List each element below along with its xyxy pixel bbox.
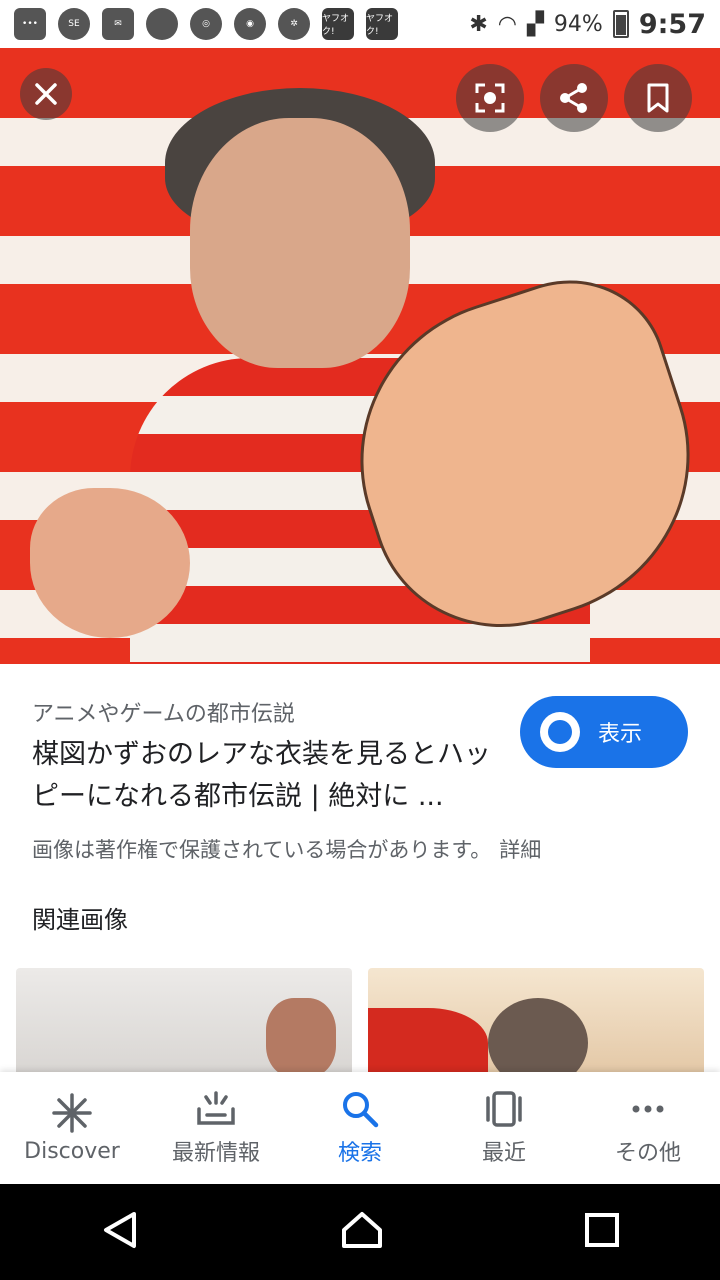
details-link[interactable]: 詳細 bbox=[499, 838, 541, 862]
visit-button[interactable]: 表示 bbox=[520, 696, 688, 768]
bottom-navigation: Discover 最新情報 検索 最近 その他 bbox=[0, 1072, 720, 1184]
recents-icon bbox=[484, 1089, 524, 1129]
nav-search[interactable]: 検索 bbox=[288, 1072, 432, 1184]
clock: 9:57 bbox=[638, 8, 706, 40]
battery-percent: 94% bbox=[553, 11, 603, 37]
battery-icon bbox=[612, 10, 629, 38]
close-icon bbox=[35, 83, 57, 105]
lens-icon bbox=[475, 83, 505, 113]
wheel-icon: ✲ bbox=[278, 8, 310, 40]
search-icon bbox=[340, 1089, 380, 1129]
related-images-heading: 関連画像 bbox=[32, 906, 128, 934]
circle-icon bbox=[146, 8, 178, 40]
share-button[interactable] bbox=[540, 64, 608, 132]
bookmark-icon bbox=[647, 83, 669, 113]
mail-icon: ✉ bbox=[102, 8, 134, 40]
lens-button[interactable] bbox=[456, 64, 524, 132]
share-icon bbox=[560, 83, 587, 113]
back-button[interactable] bbox=[100, 1210, 140, 1254]
nav-more-label: その他 bbox=[614, 1141, 681, 1166]
copyright-text: 画像は著作権で保護されている場合があります。 bbox=[32, 838, 492, 862]
thumb-head bbox=[488, 998, 588, 1078]
copyright-notice: 画像は著作権で保護されている場合があります。 詳細 bbox=[32, 834, 541, 864]
figure-head bbox=[190, 118, 410, 368]
updates-icon bbox=[195, 1089, 237, 1129]
nav-recents[interactable]: 最近 bbox=[432, 1072, 576, 1184]
home-button[interactable] bbox=[340, 1210, 384, 1254]
status-bar: ••• SE ✉ ◎ ◉ ✲ ヤフオク! ヤフオク! ✱ ◠ ▞ 94% 9:5… bbox=[0, 0, 720, 48]
nav-updates[interactable]: 最新情報 bbox=[144, 1072, 288, 1184]
source-site[interactable]: アニメやゲームの都市伝説 bbox=[32, 696, 295, 728]
message-icon: ••• bbox=[14, 8, 46, 40]
nav-updates-label: 最新情報 bbox=[171, 1141, 260, 1166]
signal-icon: ▞ bbox=[527, 11, 544, 37]
nav-recents-label: 最近 bbox=[481, 1141, 526, 1166]
thumb-hand bbox=[266, 998, 336, 1078]
nav-discover[interactable]: Discover bbox=[0, 1072, 144, 1184]
back-icon bbox=[104, 1212, 136, 1248]
overview-icon bbox=[585, 1213, 619, 1247]
overview-button[interactable] bbox=[584, 1212, 620, 1252]
nav-search-label: 検索 bbox=[337, 1141, 382, 1166]
chrome-icon: ◉ bbox=[234, 8, 266, 40]
app-icon: ◎ bbox=[190, 8, 222, 40]
system-navigation bbox=[0, 1184, 720, 1280]
se-icon: SE bbox=[58, 8, 90, 40]
wifi-icon: ◠ bbox=[497, 11, 517, 37]
figure-hand bbox=[30, 488, 190, 638]
nav-more[interactable]: その他 bbox=[576, 1072, 720, 1184]
related-image-2[interactable] bbox=[368, 968, 704, 1078]
notification-icons: ••• SE ✉ ◎ ◉ ✲ ヤフオク! ヤフオク! bbox=[14, 8, 469, 40]
home-icon bbox=[342, 1212, 382, 1248]
more-icon bbox=[628, 1089, 668, 1129]
yahuoku-icon: ヤフオク! bbox=[366, 8, 398, 40]
result-title[interactable]: 楳図かずおのレアな衣装を見るとハッピーになれる都市伝説 | 絶対に ... bbox=[32, 734, 502, 818]
visit-button-label: 表示 bbox=[598, 722, 643, 747]
bookmark-button[interactable] bbox=[624, 64, 692, 132]
yahuoku-icon: ヤフオク! bbox=[322, 8, 354, 40]
globe-icon bbox=[540, 712, 580, 752]
system-status: ✱ ◠ ▞ 94% 9:57 bbox=[469, 9, 706, 40]
thumb-red-shape bbox=[368, 1008, 488, 1078]
hero-image[interactable] bbox=[0, 48, 720, 664]
related-image-1[interactable] bbox=[16, 968, 352, 1078]
nav-discover-label: Discover bbox=[24, 1138, 120, 1164]
close-button[interactable] bbox=[20, 68, 72, 120]
bluetooth-icon: ✱ bbox=[469, 11, 488, 37]
asterisk-icon bbox=[52, 1092, 92, 1133]
